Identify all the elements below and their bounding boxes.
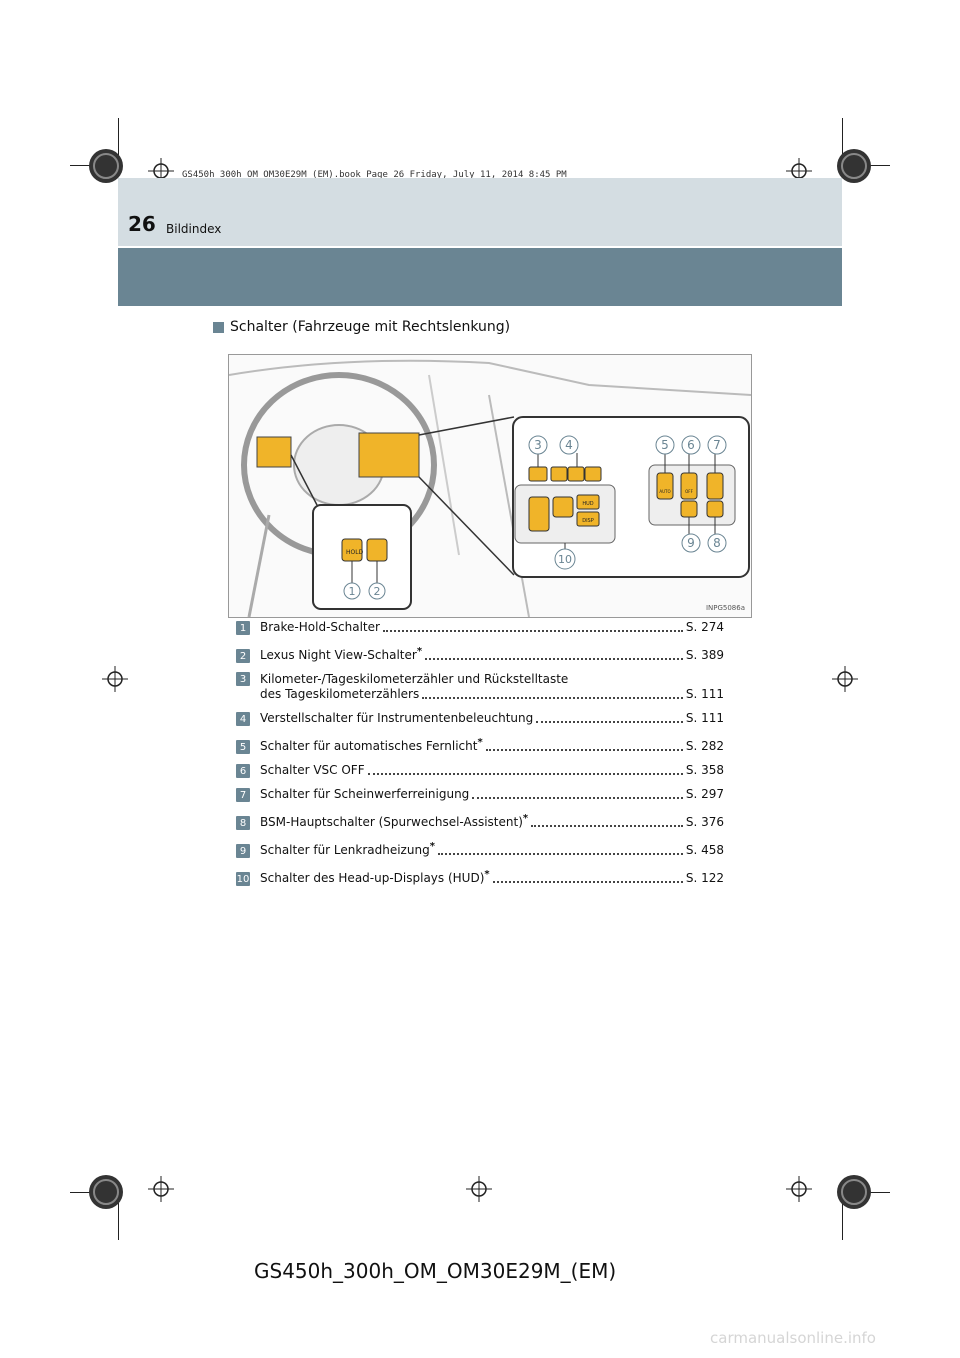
auto-text: AUTO xyxy=(659,489,670,494)
callout-8: 8 xyxy=(713,536,721,550)
heading-square-icon xyxy=(213,321,224,333)
heading-text: Schalter (Fahrzeuge mit Rechtslenkung) xyxy=(230,319,511,335)
asterisk-mark: * xyxy=(416,646,423,657)
list-item: 2 Lexus Night View-Schalter* S. 389 xyxy=(236,644,724,663)
page-reference-link[interactable]: S. 297 xyxy=(686,787,724,802)
item-number: 8 xyxy=(236,816,250,830)
dot-leader xyxy=(437,853,683,855)
crosshair-icon xyxy=(148,1176,174,1202)
item-label: Schalter des Head-up-Displays (HUD)* xyxy=(260,869,490,885)
registration-mark-icon xyxy=(837,1175,871,1209)
list-item: 7 Schalter für Scheinwerferreinigung S. … xyxy=(236,787,724,802)
item-label: Schalter VSC OFF xyxy=(260,763,365,777)
item-number: 10 xyxy=(236,872,250,886)
footer-doc-id: GS450h_300h_OM_OM30E29M_(EM) xyxy=(254,1259,617,1283)
crosshair-icon xyxy=(832,666,858,692)
dot-leader xyxy=(382,630,683,632)
dot-leader xyxy=(492,881,683,883)
switch-index-list: 1 Brake-Hold-Schalter S. 274 2 Lexus Nig… xyxy=(236,620,724,895)
callout-6: 6 xyxy=(687,438,695,452)
item-number: 7 xyxy=(236,788,250,802)
dot-leader xyxy=(531,825,683,827)
dot-leader xyxy=(367,773,683,775)
item-number: 3 xyxy=(236,672,250,686)
switch-illustration: HOLD 1 2 HUD DISP AUTO OFF 3 4 5 6 7 8 9… xyxy=(228,354,752,618)
callout-10: 10 xyxy=(558,553,572,566)
callout-3: 3 xyxy=(534,438,542,452)
section-heading: Schalter (Fahrzeuge mit Rechtslenkung) xyxy=(213,319,510,335)
list-item: 4 Verstellschalter für Instrumentenbeleu… xyxy=(236,711,724,726)
page-reference-link[interactable]: S. 122 xyxy=(686,871,724,886)
asterisk-mark: * xyxy=(429,841,435,852)
dot-leader xyxy=(536,721,683,723)
watermark-logo: carmanualsonline.info xyxy=(710,1329,876,1347)
callout-5: 5 xyxy=(661,438,669,452)
page-reference-link[interactable]: S. 358 xyxy=(686,763,724,778)
list-item: 10 Schalter des Head-up-Displays (HUD)* … xyxy=(236,867,724,886)
asterisk-mark: * xyxy=(484,869,490,880)
item-number: 6 xyxy=(236,764,250,778)
page-reference-link[interactable]: S. 111 xyxy=(686,711,724,726)
item-label: Schalter für automatisches Fernlicht* xyxy=(260,737,483,753)
hold-text: HOLD xyxy=(346,549,364,556)
callout-7: 7 xyxy=(713,438,721,452)
page-reference-link[interactable]: S. 274 xyxy=(686,620,724,635)
item-label: Lexus Night View-Schalter* xyxy=(260,646,423,662)
asterisk-mark: * xyxy=(522,813,529,824)
list-item: 9 Schalter für Lenkradheizung* S. 458 xyxy=(236,839,724,858)
list-item: 1 Brake-Hold-Schalter S. 274 xyxy=(236,620,724,635)
item-label: BSM-Hauptschalter (Spurwechsel-Assistent… xyxy=(260,813,529,829)
item-label: Kilometer-/Tageskilometerzähler und Rück… xyxy=(260,672,569,686)
header-bar xyxy=(118,248,842,306)
callout-2: 2 xyxy=(374,585,381,598)
list-item: 3 Kilometer-/Tageskilometerzähler und Rü… xyxy=(236,672,724,702)
list-item: 8 BSM-Hauptschalter (Spurwechsel-Assiste… xyxy=(236,811,724,830)
callout-1: 1 xyxy=(349,585,356,598)
list-item: 6 Schalter VSC OFF S. 358 xyxy=(236,763,724,778)
item-number: 5 xyxy=(236,740,250,754)
item-number: 2 xyxy=(236,649,250,663)
item-label: Verstellschalter für Instrumentenbeleuch… xyxy=(260,711,534,725)
item-label: Brake-Hold-Schalter xyxy=(260,620,380,634)
watermark-text: carmanualsonline.info xyxy=(710,1329,876,1347)
asterisk-mark: * xyxy=(477,737,483,748)
off-text: OFF xyxy=(685,489,693,494)
page-reference-link[interactable]: S. 376 xyxy=(686,815,724,830)
item-number: 4 xyxy=(236,712,250,726)
item-label-continued: des Tageskilometerzählers xyxy=(260,687,420,701)
page-reference-link[interactable]: S. 111 xyxy=(686,687,724,702)
crosshair-icon xyxy=(786,1176,812,1202)
callout-4: 4 xyxy=(565,438,573,452)
item-number: 9 xyxy=(236,844,250,858)
dot-leader xyxy=(472,797,683,799)
item-label: Schalter für Lenkradheizung* xyxy=(260,841,435,857)
disp-text: DISP xyxy=(582,518,594,524)
figure-code: INPG5086a xyxy=(706,604,745,612)
page-reference-link[interactable]: S. 389 xyxy=(686,648,724,663)
dot-leader xyxy=(485,749,683,751)
header-band xyxy=(118,178,842,246)
crosshair-icon xyxy=(466,1176,492,1202)
dot-leader xyxy=(422,697,683,699)
section-title: Bildindex xyxy=(166,222,222,236)
page-reference-link[interactable]: S. 458 xyxy=(686,843,724,858)
registration-mark-icon xyxy=(89,1175,123,1209)
hud-text: HUD xyxy=(582,501,593,507)
page-number: 26 xyxy=(128,212,156,236)
item-label: Schalter für Scheinwerferreinigung xyxy=(260,787,470,801)
crosshair-icon xyxy=(102,666,128,692)
item-number: 1 xyxy=(236,621,250,635)
dot-leader xyxy=(425,658,683,660)
list-item: 5 Schalter für automatisches Fernlicht* … xyxy=(236,735,724,754)
page-reference-link[interactable]: S. 282 xyxy=(686,739,724,754)
callout-9: 9 xyxy=(687,536,695,550)
